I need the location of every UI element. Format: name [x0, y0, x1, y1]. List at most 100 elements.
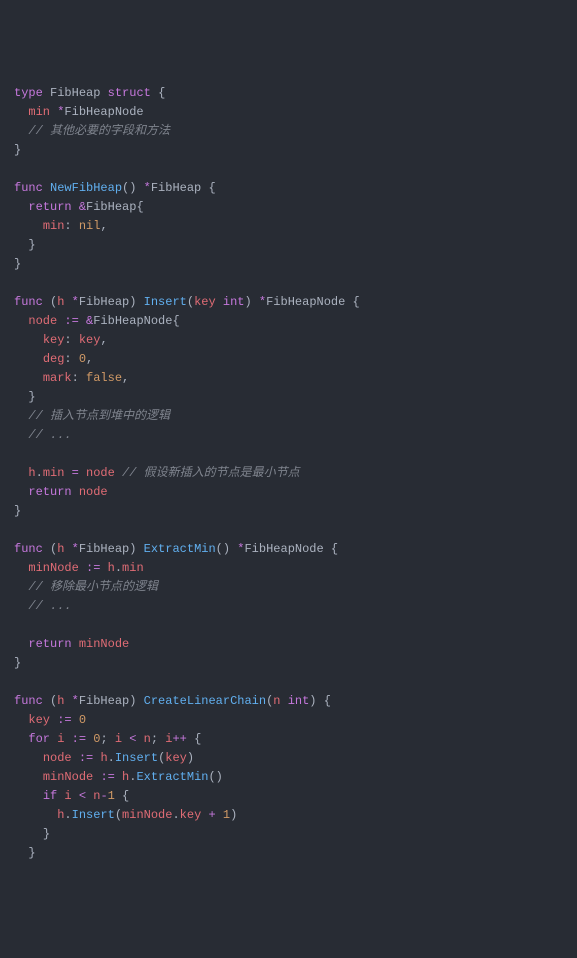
- code-line[interactable]: return &FibHeap{: [14, 198, 563, 217]
- code-line[interactable]: node := h.Insert(key): [14, 749, 563, 768]
- code-token: func: [14, 694, 43, 708]
- code-line[interactable]: deg: 0,: [14, 350, 563, 369]
- code-line[interactable]: // 其他必要的字段和方法: [14, 122, 563, 141]
- code-token: {: [324, 694, 331, 708]
- code-line[interactable]: func NewFibHeap() *FibHeap {: [14, 179, 563, 198]
- code-line[interactable]: }: [14, 825, 563, 844]
- code-line[interactable]: }: [14, 141, 563, 160]
- code-line[interactable]: key := 0: [14, 711, 563, 730]
- code-token: [187, 732, 194, 746]
- code-line[interactable]: func (h *FibHeap) ExtractMin() *FibHeapN…: [14, 540, 563, 559]
- code-token: [72, 713, 79, 727]
- code-token: [64, 295, 71, 309]
- code-token: :=: [72, 732, 86, 746]
- code-token: [64, 732, 71, 746]
- indent: [14, 124, 28, 138]
- indent: [14, 732, 28, 746]
- code-line[interactable]: node := &FibHeapNode{: [14, 312, 563, 331]
- code-token: [72, 751, 79, 765]
- code-token: [280, 694, 287, 708]
- code-line[interactable]: // ...: [14, 597, 563, 616]
- code-token: {: [158, 86, 165, 100]
- code-token: *: [72, 694, 79, 708]
- code-line[interactable]: // 插入节点到堆中的逻辑: [14, 407, 563, 426]
- code-line[interactable]: min *FibHeapNode: [14, 103, 563, 122]
- indent: [14, 428, 28, 442]
- code-line[interactable]: [14, 616, 563, 635]
- code-token: key: [194, 295, 216, 309]
- code-token: key: [79, 333, 101, 347]
- code-line[interactable]: // 移除最小节点的逻辑: [14, 578, 563, 597]
- code-line[interactable]: }: [14, 502, 563, 521]
- code-token: (: [187, 295, 194, 309]
- code-token: :: [64, 333, 71, 347]
- code-line[interactable]: [14, 445, 563, 464]
- code-token: :=: [64, 314, 78, 328]
- code-line[interactable]: }: [14, 654, 563, 673]
- code-line[interactable]: [14, 673, 563, 692]
- code-token: false: [86, 371, 122, 385]
- code-line[interactable]: return node: [14, 483, 563, 502]
- code-token: [115, 466, 122, 480]
- code-line[interactable]: min: nil,: [14, 217, 563, 236]
- code-line[interactable]: }: [14, 255, 563, 274]
- code-line[interactable]: return minNode: [14, 635, 563, 654]
- code-token: [108, 732, 115, 746]
- code-line[interactable]: }: [14, 236, 563, 255]
- code-token: // ...: [28, 428, 71, 442]
- code-token: [43, 295, 50, 309]
- code-line[interactable]: func (h *FibHeap) CreateLinearChain(n in…: [14, 692, 563, 711]
- code-line[interactable]: h.Insert(minNode.key + 1): [14, 806, 563, 825]
- code-token: int: [223, 295, 245, 309]
- code-token: {: [353, 295, 360, 309]
- code-token: [64, 466, 71, 480]
- code-token: [64, 542, 71, 556]
- code-token: Insert: [72, 808, 115, 822]
- code-line[interactable]: }: [14, 388, 563, 407]
- code-token: &: [79, 200, 86, 214]
- code-token: return: [28, 485, 71, 499]
- code-token: [115, 789, 122, 803]
- code-token: }: [43, 827, 50, 841]
- indent: [14, 770, 43, 784]
- code-line[interactable]: key: key,: [14, 331, 563, 350]
- indent: [14, 105, 28, 119]
- code-token: {: [122, 789, 129, 803]
- code-token: key: [165, 751, 187, 765]
- code-line[interactable]: minNode := h.min: [14, 559, 563, 578]
- code-line[interactable]: func (h *FibHeap) Insert(key int) *FibHe…: [14, 293, 563, 312]
- code-line[interactable]: [14, 274, 563, 293]
- code-line[interactable]: h.min = node // 假设新插入的节点是最小节点: [14, 464, 563, 483]
- code-token: FibHeap: [79, 694, 129, 708]
- code-token: [64, 694, 71, 708]
- indent: [14, 827, 43, 841]
- code-line[interactable]: if i < n-1 {: [14, 787, 563, 806]
- code-token: Insert: [115, 751, 158, 765]
- code-line[interactable]: [14, 521, 563, 540]
- code-token: [317, 694, 324, 708]
- indent: [14, 751, 43, 765]
- code-token: [100, 86, 107, 100]
- code-token: (): [208, 770, 222, 784]
- indent: [14, 200, 28, 214]
- code-token: FibHeapNode: [93, 314, 172, 328]
- code-token: [324, 542, 331, 556]
- code-editor[interactable]: type FibHeap struct { min *FibHeapNode /…: [14, 84, 563, 863]
- code-line[interactable]: [14, 160, 563, 179]
- code-token: mark: [43, 371, 72, 385]
- code-token: :=: [57, 713, 71, 727]
- code-line[interactable]: // ...: [14, 426, 563, 445]
- code-token: FibHeap: [50, 86, 100, 100]
- code-token: [252, 295, 259, 309]
- code-line[interactable]: type FibHeap struct {: [14, 84, 563, 103]
- code-line[interactable]: for i := 0; i < n; i++ {: [14, 730, 563, 749]
- code-token: [136, 295, 143, 309]
- code-token: func: [14, 181, 43, 195]
- code-token: }: [14, 656, 21, 670]
- code-token: [72, 485, 79, 499]
- code-line[interactable]: mark: false,: [14, 369, 563, 388]
- code-line[interactable]: }: [14, 844, 563, 863]
- code-token: {: [136, 200, 143, 214]
- code-token: [79, 561, 86, 575]
- code-token: // ...: [28, 599, 71, 613]
